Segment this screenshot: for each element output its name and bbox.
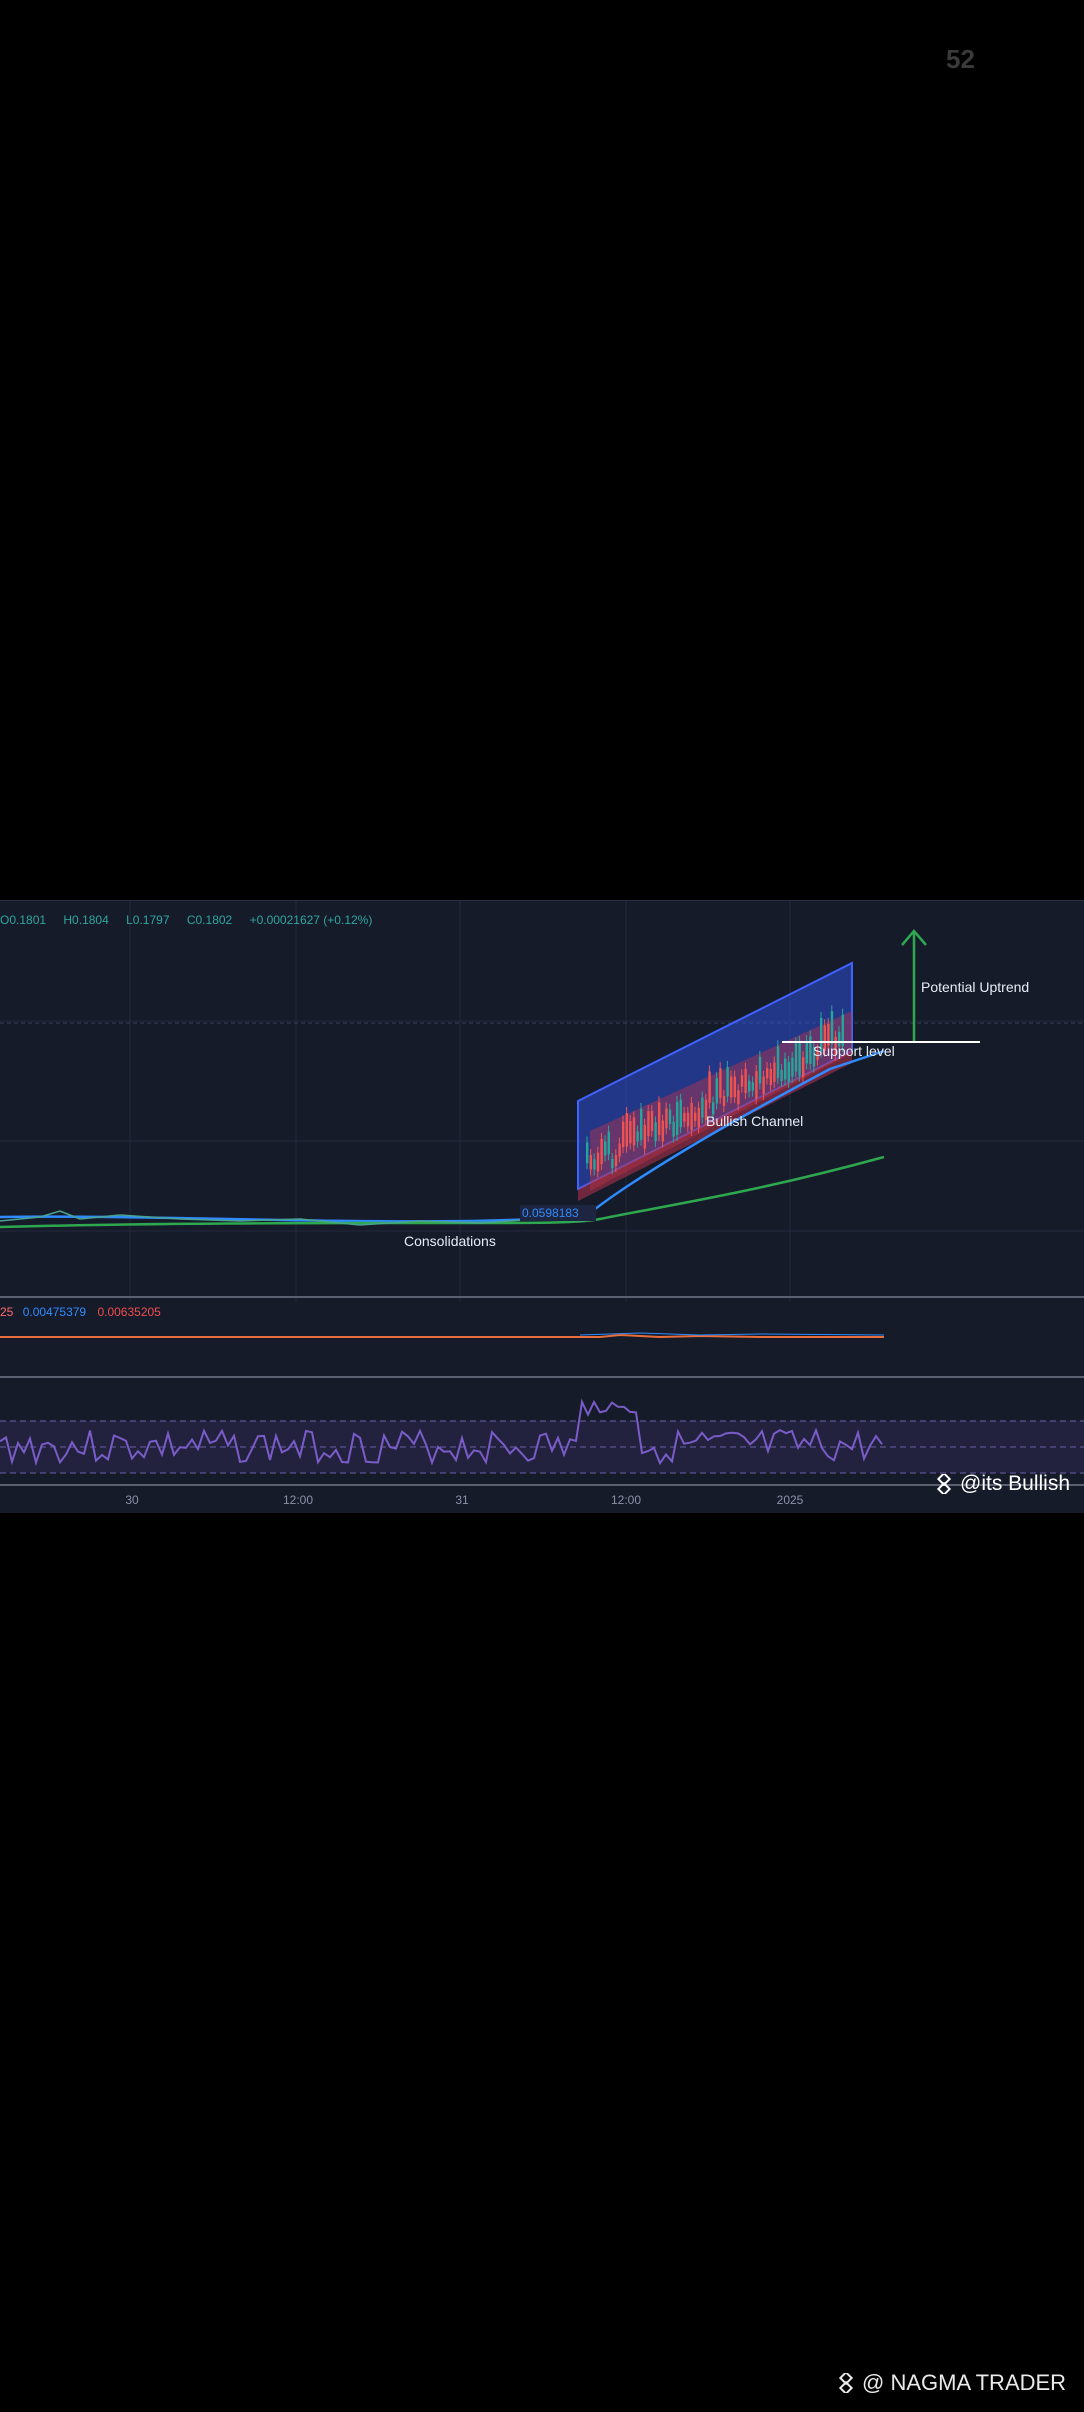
candle-body xyxy=(697,1107,700,1128)
candle-body xyxy=(611,1158,614,1169)
candle-body xyxy=(600,1138,603,1165)
candle-body xyxy=(766,1068,769,1079)
candle-body xyxy=(701,1097,704,1118)
candle-body xyxy=(632,1117,636,1146)
nagma-trader-watermark: @ NAGMA TRADER xyxy=(836,2370,1066,2396)
candle-body xyxy=(748,1080,751,1092)
candle-body xyxy=(787,1062,790,1082)
candle-body xyxy=(643,1124,646,1149)
candle-body xyxy=(679,1099,682,1128)
candle-body xyxy=(722,1095,726,1107)
binance-logo-icon xyxy=(838,2373,854,2393)
candle-body xyxy=(593,1159,596,1170)
its-bullish-watermark: @its Bullish xyxy=(934,1472,1070,1496)
ohlc-legend: O0.1801 H0.1804 L0.1797 C0.1802 +0.00021… xyxy=(0,913,386,927)
candle-body xyxy=(805,1040,808,1064)
candle-body xyxy=(791,1057,794,1077)
candle-body xyxy=(744,1068,747,1094)
trading-chart[interactable]: 0.0598183 O0.1801 H0.1804 L0.1797 C0.180… xyxy=(0,900,1084,1513)
candle-body xyxy=(708,1071,711,1103)
x-tick: 2025 xyxy=(776,1493,804,1507)
candle-body xyxy=(607,1131,610,1155)
candle-body xyxy=(719,1068,722,1098)
candle-body xyxy=(586,1142,589,1164)
page-counter: 52 xyxy=(946,44,975,74)
candle-body xyxy=(809,1036,812,1064)
candle-body xyxy=(715,1078,718,1104)
ohlc-high: H0.1804 xyxy=(63,913,109,927)
candle-body xyxy=(625,1113,628,1147)
candle-body xyxy=(650,1111,654,1131)
candle-body xyxy=(618,1143,621,1157)
candle-body xyxy=(755,1071,758,1099)
candle-body xyxy=(654,1122,657,1142)
candle-body xyxy=(629,1121,632,1144)
candle-body xyxy=(589,1155,592,1170)
macd-legend: 25 0.00475379 0.00635205 xyxy=(0,1305,161,1319)
candle-body xyxy=(683,1112,686,1122)
candle-body xyxy=(776,1046,780,1078)
macd-label: 25 xyxy=(0,1305,14,1319)
ohlc-change: +0.00021627 (+0.12%) xyxy=(249,913,373,927)
candle-body xyxy=(614,1155,618,1167)
candle-body xyxy=(640,1108,643,1140)
candle-body xyxy=(762,1076,765,1094)
grid xyxy=(0,901,1084,1301)
candle-body xyxy=(622,1121,625,1148)
candle-body xyxy=(730,1076,733,1098)
x-tick: 31 xyxy=(455,1493,469,1507)
price-label: 0.0598183 xyxy=(522,1206,579,1220)
candle-body xyxy=(780,1069,783,1081)
binance-logo-icon xyxy=(936,1474,952,1494)
candle-body xyxy=(596,1152,600,1172)
candle-body xyxy=(769,1068,772,1085)
candle-body xyxy=(733,1076,736,1098)
ohlc-close: C0.1802 xyxy=(186,913,233,927)
candle-body xyxy=(773,1062,776,1082)
support-level-label: Support level xyxy=(813,1043,895,1059)
candle-body xyxy=(672,1121,675,1137)
candle-body xyxy=(758,1056,762,1084)
candle-body xyxy=(751,1082,754,1091)
consolidations-label: Consolidations xyxy=(404,1233,496,1249)
candle-body xyxy=(802,1057,805,1077)
candle-body xyxy=(661,1120,664,1142)
x-tick: 12:00 xyxy=(282,1493,314,1507)
candle-body xyxy=(784,1058,787,1080)
ohlc-open: O0.1801 xyxy=(0,913,47,927)
candle-body xyxy=(830,1011,834,1045)
x-tick: 12:00 xyxy=(610,1493,642,1507)
candle-body xyxy=(636,1131,639,1142)
candle-body xyxy=(726,1066,729,1097)
potential-uptrend-label: Potential Uptrend xyxy=(921,979,1030,995)
candle-body xyxy=(694,1112,697,1121)
bullish-channel-label: Bullish Channel xyxy=(706,1113,804,1129)
candle-body xyxy=(737,1090,740,1105)
candle-body xyxy=(668,1109,672,1124)
candle-body xyxy=(604,1141,607,1156)
candle-body xyxy=(665,1108,668,1129)
candle-body xyxy=(798,1041,801,1076)
ohlc-low: L0.1797 xyxy=(126,913,170,927)
macd-value-2: 0.00635205 xyxy=(97,1305,161,1319)
candle-body xyxy=(690,1102,693,1131)
candle-body xyxy=(676,1101,679,1136)
macd-value-1: 0.00475379 xyxy=(22,1305,87,1319)
candle-body xyxy=(794,1043,798,1072)
its-bullish-text: @its Bullish xyxy=(960,1472,1071,1495)
x-tick: 30 xyxy=(125,1493,139,1507)
candle-body xyxy=(658,1102,661,1136)
nagma-trader-text: @ NAGMA TRADER xyxy=(862,2370,1067,2395)
macd-line xyxy=(0,1333,884,1339)
candle-body xyxy=(647,1111,650,1137)
candle-body xyxy=(740,1075,744,1087)
candle-body xyxy=(686,1112,690,1127)
